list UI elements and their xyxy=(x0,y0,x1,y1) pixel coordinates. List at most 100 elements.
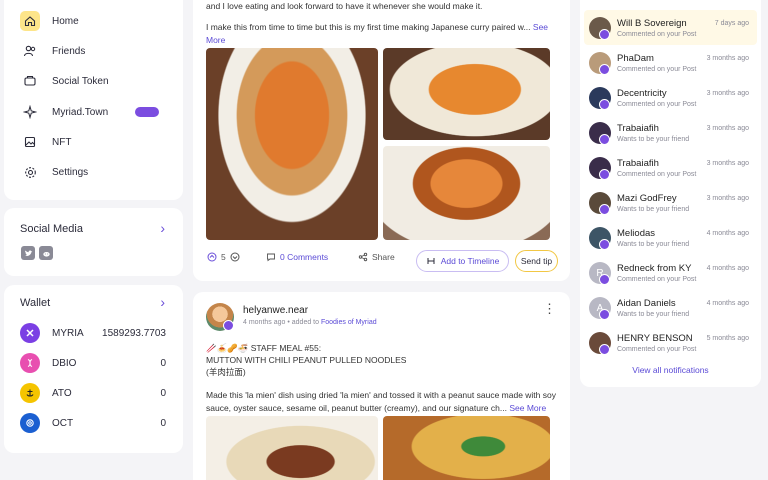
social-media-card: Social Media › xyxy=(4,208,183,276)
notification-desc: Wants to be your friend xyxy=(617,241,690,248)
comment-badge-icon xyxy=(599,29,610,40)
see-more-link[interactable]: See More xyxy=(509,403,546,413)
upvote-icon[interactable] xyxy=(207,252,217,262)
share-icon xyxy=(358,252,368,262)
notification-item[interactable]: PhaDam Commented on your Post 3 months a… xyxy=(584,45,757,80)
notification-desc: Commented on your Post xyxy=(617,276,697,283)
chevron-right-icon[interactable]: › xyxy=(160,220,165,236)
post-text-top: and I love eating and look forward to ha… xyxy=(206,1,483,11)
food-photo[interactable] xyxy=(206,48,378,240)
reddit-icon[interactable] xyxy=(39,246,53,260)
notification-time: 4 months ago xyxy=(706,265,749,272)
notification-item[interactable]: Trabaiafih Wants to be your friend 3 mon… xyxy=(584,115,757,150)
nav-item-settings[interactable]: Settings xyxy=(20,161,175,183)
food-photo[interactable] xyxy=(383,48,550,140)
nav-item-myriad-town[interactable]: Myriad.Town xyxy=(20,101,175,123)
nav-item-friends[interactable]: Friends xyxy=(20,40,175,62)
wallet-title: Wallet xyxy=(20,297,51,309)
notification-time: 3 months ago xyxy=(706,125,749,132)
comment-badge-icon xyxy=(599,274,610,285)
notification-item[interactable]: Will B Sovereign Commented on your Post … xyxy=(584,10,757,45)
wallet-card: Wallet › MYRIA 1589293.7703 DBIO 0 ATO 0… xyxy=(4,285,183,453)
notification-name: Mazi GodFrey xyxy=(617,193,677,204)
ato-coin-icon xyxy=(20,383,40,403)
food-photo[interactable] xyxy=(206,416,378,480)
friend-request-badge-icon xyxy=(599,204,610,215)
send-tip-button[interactable]: Send tip xyxy=(515,250,558,272)
add-to-timeline-label: Add to Timeline xyxy=(440,256,500,266)
notifications-panel: Will B Sovereign Commented on your Post … xyxy=(580,0,761,387)
token-name: MYRIA xyxy=(52,327,84,339)
food-photo[interactable] xyxy=(383,416,550,480)
comments-button[interactable]: 0 Comments xyxy=(266,252,328,262)
comment-badge-icon xyxy=(599,169,610,180)
post-body: Made this 'la mien' dish using dried 'la… xyxy=(206,390,556,413)
notification-desc: Commented on your Post xyxy=(617,66,697,73)
share-label: Share xyxy=(372,252,395,262)
post-group-link[interactable]: Foodies of Myriad xyxy=(321,319,377,326)
post-line-3: (羊肉拉面) xyxy=(206,367,246,377)
notification-name: Trabaiafih xyxy=(617,158,659,169)
notification-desc: Commented on your Post xyxy=(617,171,697,178)
post-body: I make this from time to time but this i… xyxy=(206,22,531,32)
notification-time: 3 months ago xyxy=(706,160,749,167)
notification-name: Redneck from KY xyxy=(617,263,692,274)
notification-time: 3 months ago xyxy=(706,195,749,202)
vote-count: 5 xyxy=(221,252,226,262)
token-name: ATO xyxy=(52,387,72,399)
token-balance: 1589293.7703 xyxy=(102,327,166,339)
add-to-timeline-button[interactable]: Add to Timeline xyxy=(416,250,509,272)
notification-desc: Wants to be your friend xyxy=(617,311,690,318)
notification-item[interactable]: Trabaiafih Commented on your Post 3 mont… xyxy=(584,150,757,185)
notification-name: Trabaiafih xyxy=(617,123,659,134)
nav-item-nft[interactable]: NFT xyxy=(20,131,175,153)
notification-item[interactable]: A Aidan Daniels Wants to be your friend … xyxy=(584,290,757,325)
notification-desc: Commented on your Post xyxy=(617,31,697,38)
notification-time: 5 months ago xyxy=(706,335,749,342)
token-balance: 0 xyxy=(160,417,166,429)
view-all-notifications-link[interactable]: View all notifications xyxy=(580,365,761,375)
nav-item-label: Settings xyxy=(52,166,89,178)
notification-name: Meliodas xyxy=(617,228,656,239)
notification-time: 3 months ago xyxy=(706,55,749,62)
notification-desc: Commented on your Post xyxy=(617,346,697,353)
timeline-icon xyxy=(427,258,435,264)
notification-item[interactable]: Mazi GodFrey Wants to be your friend 3 m… xyxy=(584,185,757,220)
social-token-icon xyxy=(20,71,40,91)
notification-desc: Wants to be your friend xyxy=(617,206,690,213)
myria-coin-icon xyxy=(20,323,40,343)
comment-icon xyxy=(267,253,275,262)
comment-badge-icon xyxy=(599,99,610,110)
notification-item[interactable]: Meliodas Wants to be your friend 4 month… xyxy=(584,220,757,255)
chevron-right-icon[interactable]: › xyxy=(160,294,165,310)
comment-badge-icon xyxy=(599,344,610,355)
oct-coin-icon xyxy=(20,413,40,433)
vote-group: 5 xyxy=(207,252,240,262)
wallet-row-myria[interactable]: MYRIA 1589293.7703 xyxy=(20,322,166,344)
token-balance: 0 xyxy=(160,387,166,399)
notification-desc: Commented on your Post xyxy=(617,101,697,108)
notification-item[interactable]: Decentricity Commented on your Post 3 mo… xyxy=(584,80,757,115)
wallet-row-dbio[interactable]: DBIO 0 xyxy=(20,352,166,374)
wallet-row-ato[interactable]: ATO 0 xyxy=(20,382,166,404)
nav-item-label: NFT xyxy=(52,136,72,148)
comments-label: 0 Comments xyxy=(280,252,329,262)
notification-desc: Wants to be your friend xyxy=(617,136,690,143)
post-author[interactable]: helyanwe.near xyxy=(243,305,308,316)
token-balance: 0 xyxy=(160,357,166,369)
notification-item[interactable]: R Redneck from KY Commented on your Post… xyxy=(584,255,757,290)
food-photo[interactable] xyxy=(383,146,550,240)
home-icon xyxy=(20,11,40,31)
wallet-row-oct[interactable]: OCT 0 xyxy=(20,412,166,434)
notification-name: Will B Sovereign xyxy=(617,18,687,29)
twitter-icon[interactable] xyxy=(21,246,35,260)
nav-item-home[interactable]: Home xyxy=(20,10,175,32)
share-button[interactable]: Share xyxy=(358,252,395,262)
downvote-icon[interactable] xyxy=(230,252,240,262)
notification-name: Aidan Daniels xyxy=(617,298,676,309)
nav-item-social-token[interactable]: Social Token xyxy=(20,70,175,92)
notification-item[interactable]: HENRY BENSON Commented on your Post 5 mo… xyxy=(584,325,757,360)
post-meta: 4 months ago • added to Foodies of Myria… xyxy=(243,319,377,326)
more-options-icon[interactable]: ⋮ xyxy=(543,302,556,315)
notification-time: 7 days ago xyxy=(714,20,749,27)
